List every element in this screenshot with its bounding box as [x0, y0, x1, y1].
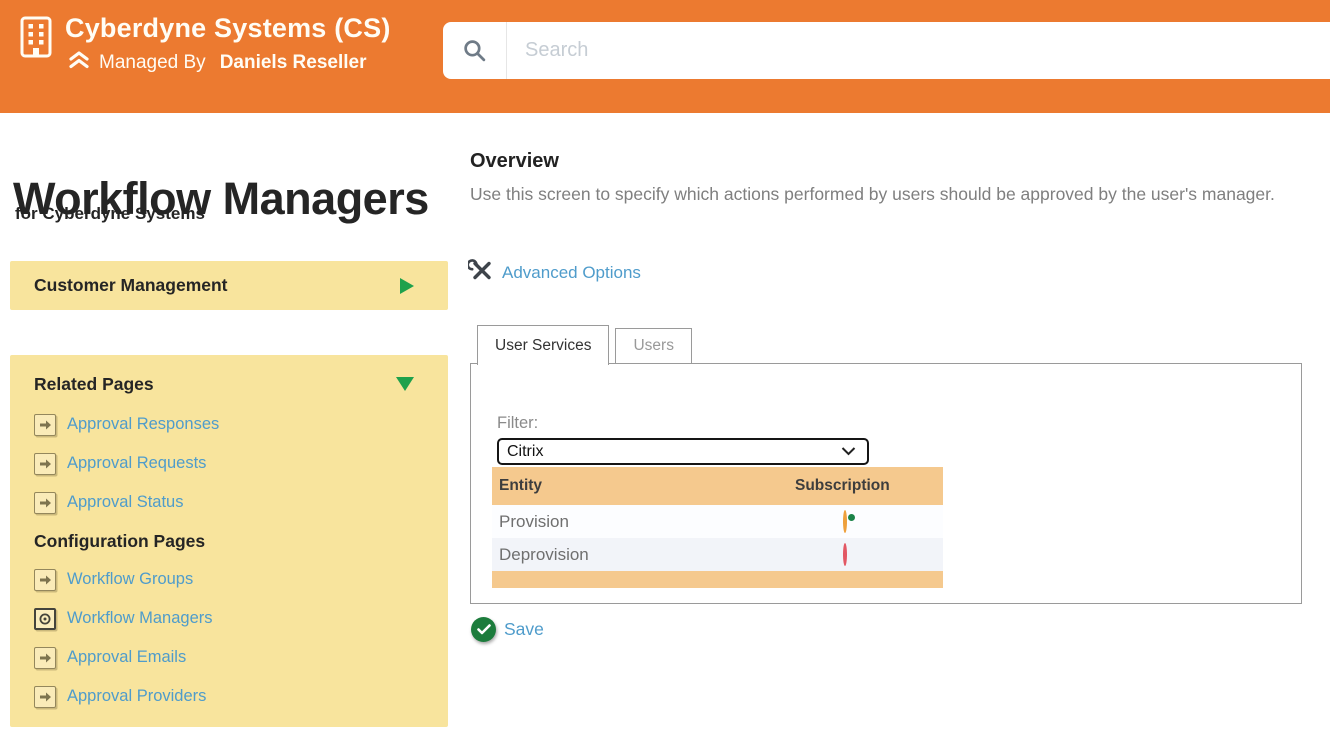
brand: Cyberdyne Systems (CS) Managed By Daniel… — [20, 13, 391, 75]
column-header-subscription: Subscription — [795, 477, 943, 495]
configuration-pages-heading: Configuration Pages — [34, 531, 414, 560]
page-link-icon — [34, 453, 56, 475]
managed-by-prefix: Managed By — [99, 52, 206, 74]
chevron-up-icon[interactable] — [68, 50, 90, 75]
subscription-radio[interactable] — [843, 543, 847, 566]
related-pages-panel: Related Pages Approval Responses Approva… — [10, 355, 448, 727]
sidebar-link: Approval Status — [67, 493, 183, 512]
overview-description: Use this screen to specify which actions… — [470, 180, 1315, 209]
collapse-down-icon — [396, 377, 414, 391]
sidebar-item-approval-emails[interactable]: Approval Emails — [34, 638, 414, 677]
search-icon[interactable] — [443, 38, 506, 63]
sidebar-item-approval-providers[interactable]: Approval Providers — [34, 677, 414, 716]
sidebar-item-approval-responses[interactable]: Approval Responses — [34, 405, 414, 444]
filter-selected-value: Citrix — [507, 443, 543, 461]
sidebar-link: Workflow Managers — [67, 609, 213, 628]
advanced-options[interactable]: Advanced Options — [468, 258, 641, 288]
table-footer-row — [492, 571, 943, 588]
building-icon — [20, 16, 52, 75]
page-subtitle: for Cyberdyne Systems — [15, 204, 205, 224]
screen: Cyberdyne Systems (CS) Managed By Daniel… — [0, 0, 1330, 754]
page-link-icon — [34, 414, 56, 436]
page-link-icon — [34, 647, 56, 669]
tab-content-panel: Filter: Citrix Entity Subscription Provi… — [470, 363, 1302, 604]
sidebar-link: Approval Responses — [67, 415, 219, 434]
tab-user-services[interactable]: User Services — [477, 325, 609, 365]
expand-right-icon — [400, 278, 414, 294]
managed-by: Managed By Daniels Reseller — [68, 50, 391, 75]
related-pages-heading: Related Pages — [34, 374, 154, 395]
customer-management-section[interactable]: Customer Management — [10, 261, 448, 310]
filter-label: Filter: — [497, 414, 538, 433]
current-page-icon — [34, 608, 56, 630]
sidebar-link: Approval Requests — [67, 454, 206, 473]
app-header: Cyberdyne Systems (CS) Managed By Daniel… — [0, 0, 1330, 113]
save-button[interactable]: Save — [471, 617, 544, 642]
table-header-row: Entity Subscription — [492, 467, 943, 505]
company-title: Cyberdyne Systems (CS) — [65, 13, 391, 44]
customer-management-label: Customer Management — [34, 275, 228, 296]
brand-text: Cyberdyne Systems (CS) Managed By Daniel… — [65, 13, 391, 75]
column-header-entity: Entity — [492, 477, 795, 495]
sidebar-item-approval-status[interactable]: Approval Status — [34, 483, 414, 522]
tools-icon — [468, 258, 495, 288]
chevron-down-icon — [841, 443, 856, 461]
entity-cell: Provision — [492, 512, 795, 532]
sidebar-item-workflow-managers[interactable]: Workflow Managers — [34, 599, 414, 638]
table-row-deprovision: Deprovision — [492, 538, 943, 571]
sidebar-link: Approval Providers — [67, 687, 206, 706]
sidebar-item-approval-requests[interactable]: Approval Requests — [34, 444, 414, 483]
table-row-provision: Provision — [492, 505, 943, 538]
save-label: Save — [504, 619, 544, 640]
page-link-icon — [34, 686, 56, 708]
related-pages-header[interactable]: Related Pages — [34, 372, 414, 396]
page-link-icon — [34, 569, 56, 591]
sidebar-link: Approval Emails — [67, 648, 186, 667]
tab-bar: User Services Users — [477, 325, 692, 365]
page-link-icon — [34, 492, 56, 514]
search-box — [443, 22, 1330, 79]
subscription-table: Entity Subscription Provision Deprovisio… — [492, 467, 943, 588]
filter-select[interactable]: Citrix — [497, 438, 869, 465]
sidebar-link: Workflow Groups — [67, 570, 193, 589]
sidebar-item-workflow-groups[interactable]: Workflow Groups — [34, 560, 414, 599]
entity-cell: Deprovision — [492, 545, 795, 565]
advanced-options-link: Advanced Options — [502, 263, 641, 283]
overview-heading: Overview — [470, 150, 559, 173]
subscription-radio[interactable] — [843, 510, 847, 533]
tab-users[interactable]: Users — [615, 328, 691, 363]
managed-by-name: Daniels Reseller — [220, 52, 367, 74]
search-input[interactable] — [507, 22, 1330, 79]
save-check-icon — [471, 617, 496, 642]
